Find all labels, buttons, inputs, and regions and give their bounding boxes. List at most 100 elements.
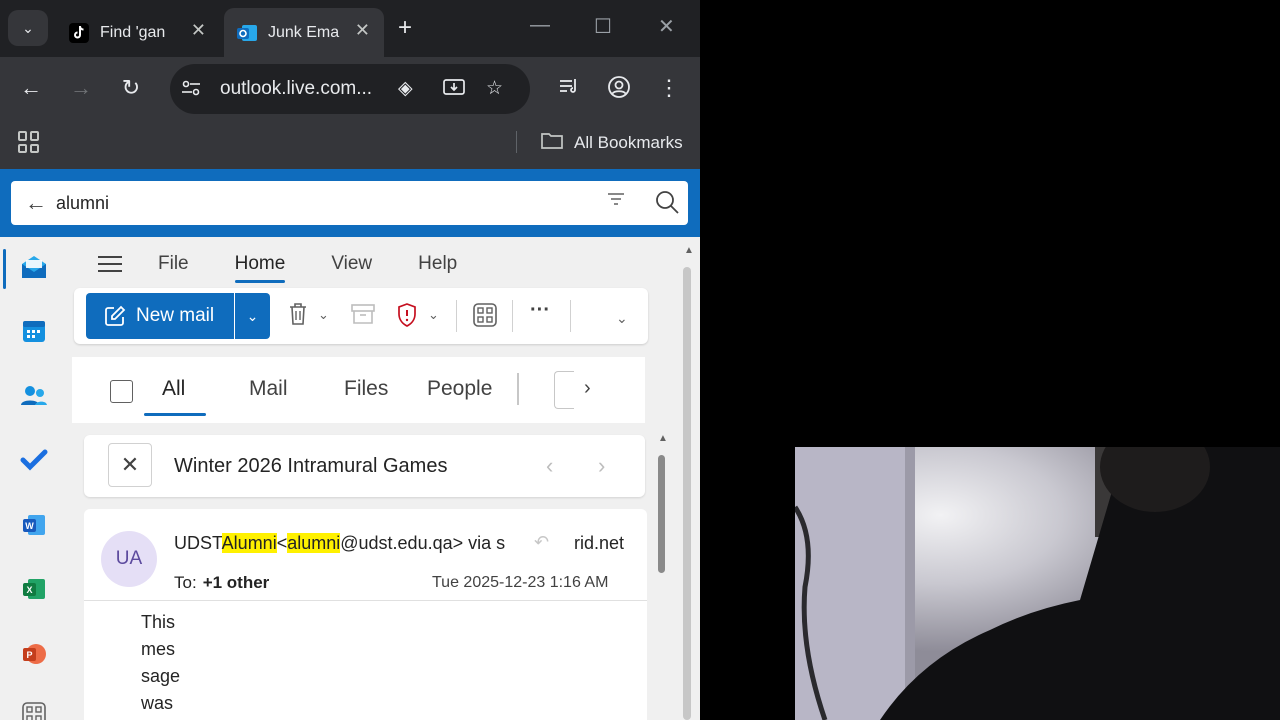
- divider: [456, 300, 457, 332]
- previous-item-icon[interactable]: ‹: [546, 453, 553, 479]
- filter-icon[interactable]: [607, 191, 625, 212]
- avatar[interactable]: UA: [101, 531, 157, 587]
- tab-search-button[interactable]: ⌄: [8, 10, 48, 46]
- recipients-line: To: +1 other: [174, 573, 269, 593]
- tab-strip: ⌄ Find 'gan ✕ Junk Ema ✕ + — ☐ ✕: [0, 0, 700, 57]
- sender-bracket: <: [276, 533, 288, 553]
- search-box[interactable]: ← alumni: [11, 181, 688, 225]
- tab-title: Junk Ema: [268, 23, 340, 41]
- divider: [84, 600, 647, 601]
- date-filter-button[interactable]: [554, 371, 574, 409]
- all-bookmarks-label: All Bookmarks: [574, 132, 683, 152]
- word-app-icon[interactable]: W: [20, 511, 48, 539]
- more-options-button[interactable]: ···: [530, 299, 550, 322]
- back-icon[interactable]: ←: [16, 75, 46, 101]
- webcam-overlay: [795, 447, 1280, 720]
- forward-icon[interactable]: →: [66, 75, 96, 101]
- pivot-people[interactable]: People: [427, 377, 492, 401]
- tab-help[interactable]: Help: [418, 253, 457, 275]
- outlook-header: ← alumni: [0, 169, 700, 237]
- hamburger-icon[interactable]: [98, 251, 122, 277]
- tiktok-icon: [68, 22, 90, 44]
- apps-grid-icon[interactable]: [18, 131, 40, 153]
- chevron-down-icon: ⌄: [246, 307, 259, 324]
- scroll-up-icon[interactable]: ▲: [658, 433, 668, 444]
- todo-app-icon[interactable]: [20, 446, 48, 474]
- media-control-icon[interactable]: [554, 75, 584, 103]
- powerpoint-app-icon[interactable]: P: [20, 640, 48, 668]
- next-item-icon[interactable]: ›: [598, 453, 605, 479]
- svg-text:X: X: [26, 585, 32, 595]
- pivot-files[interactable]: Files: [344, 377, 388, 401]
- webcam-image: [795, 447, 1280, 720]
- people-app-icon[interactable]: [20, 382, 48, 410]
- reading-pane-scrollbar[interactable]: [658, 455, 665, 573]
- ribbon-tabs: File Home View Help: [98, 249, 503, 283]
- pivot-all[interactable]: All: [162, 377, 185, 401]
- divider: [512, 300, 513, 332]
- chevron-down-icon[interactable]: ⌄: [616, 310, 628, 327]
- all-bookmarks-button[interactable]: All Bookmarks: [540, 130, 683, 155]
- svg-text:P: P: [26, 650, 32, 660]
- sender-line[interactable]: UDSTAlumni<alumni@udst.edu.qa> via s ↶ r…: [174, 533, 630, 554]
- maximize-icon[interactable]: ☐: [594, 14, 612, 39]
- bookmarks-bar: All Bookmarks: [0, 119, 700, 169]
- address-bar[interactable]: outlook.live.com... ◈ ☆: [170, 64, 530, 114]
- tab-file[interactable]: File: [158, 253, 189, 275]
- profile-icon[interactable]: [604, 75, 634, 105]
- report-shield-icon[interactable]: [396, 302, 418, 333]
- mail-app-icon[interactable]: [20, 253, 48, 281]
- svg-text:W: W: [25, 521, 34, 531]
- tab-title: Find 'gan: [100, 23, 166, 41]
- kebab-menu-icon[interactable]: ⋮: [654, 75, 684, 101]
- scroll-up-icon[interactable]: ▲: [684, 245, 694, 256]
- calendar-app-icon[interactable]: [20, 317, 48, 345]
- reload-icon[interactable]: ↻: [116, 75, 146, 101]
- window-close-icon[interactable]: ✕: [658, 14, 675, 39]
- reply-icon[interactable]: ↶: [534, 533, 549, 553]
- install-app-icon[interactable]: [442, 77, 466, 105]
- message-date: Tue 2025-12-23 1:16 AM: [432, 574, 609, 591]
- message-body: This message was: [141, 612, 181, 713]
- search-input[interactable]: alumni: [56, 193, 109, 214]
- outlook-body: W X P File Home View Help New mail ⌄ ⌄ ⌄…: [0, 237, 700, 720]
- search-highlight: Alumni: [221, 533, 277, 553]
- select-all-checkbox[interactable]: [110, 380, 133, 403]
- browser-toolbar: ← → ↻ outlook.live.com... ◈ ☆ ⋮: [0, 57, 700, 119]
- chevron-right-icon[interactable]: ›: [584, 377, 591, 400]
- delete-icon[interactable]: [286, 301, 310, 332]
- outlook-icon: [236, 22, 258, 44]
- search-filter-bar: All Mail Files People ›: [72, 357, 645, 423]
- chevron-down-icon[interactable]: ⌄: [318, 307, 329, 323]
- page-scrollbar[interactable]: [683, 267, 691, 720]
- archive-icon[interactable]: [350, 302, 376, 331]
- more-apps-icon[interactable]: [20, 700, 48, 720]
- apps-icon[interactable]: [472, 302, 498, 333]
- lens-icon[interactable]: ◈: [398, 77, 413, 100]
- email-message[interactable]: UA UDSTAlumni<alumni@udst.edu.qa> via s …: [84, 509, 647, 720]
- tab-tiktok[interactable]: Find 'gan ✕: [56, 8, 220, 57]
- excel-app-icon[interactable]: X: [20, 575, 48, 603]
- address-text: outlook.live.com...: [220, 78, 373, 99]
- chevron-down-icon[interactable]: ⌄: [428, 307, 439, 323]
- divider: [516, 131, 517, 153]
- search-highlight: alumni: [287, 533, 341, 553]
- recipients-more[interactable]: +1 other: [203, 573, 270, 592]
- pivot-mail[interactable]: Mail: [249, 377, 288, 401]
- tab-view[interactable]: View: [331, 253, 372, 275]
- new-tab-button[interactable]: +: [398, 14, 412, 42]
- close-icon[interactable]: ✕: [355, 20, 370, 41]
- close-icon[interactable]: ✕: [191, 20, 206, 41]
- tab-home[interactable]: Home: [234, 253, 285, 283]
- star-icon[interactable]: ☆: [486, 77, 503, 100]
- tab-outlook[interactable]: Junk Ema ✕: [224, 8, 384, 57]
- search-icon[interactable]: [654, 189, 680, 220]
- new-mail-dropdown[interactable]: ⌄: [235, 293, 270, 339]
- search-back-icon[interactable]: ←: [25, 190, 47, 216]
- new-mail-button[interactable]: New mail: [86, 293, 234, 339]
- site-info-icon[interactable]: [180, 77, 202, 105]
- sender-address: @udst.edu.qa> via s: [340, 533, 506, 553]
- ribbon-toolbar: New mail ⌄ ⌄ ⌄ ··· ⌄: [74, 288, 648, 344]
- close-thread-button[interactable]: ✕: [108, 443, 152, 487]
- minimize-icon[interactable]: —: [530, 14, 550, 37]
